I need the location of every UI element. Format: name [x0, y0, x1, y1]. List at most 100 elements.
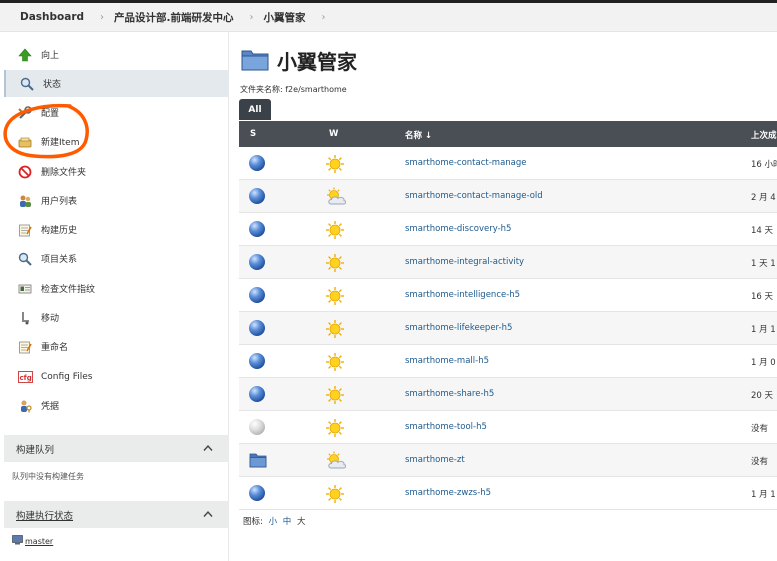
job-name-link[interactable]: smarthome-intelligence-h5 — [405, 290, 520, 300]
build-queue-header[interactable]: 构建队列 — [4, 435, 229, 462]
icon-size-large-link[interactable]: 大 — [297, 517, 306, 527]
weather-sunny-icon — [325, 220, 345, 243]
breadcrumb-separator[interactable]: › — [100, 12, 104, 23]
job-name-link[interactable]: smarthome-discovery-h5 — [405, 224, 511, 234]
breadcrumb-current[interactable]: 小翼管家 — [264, 10, 306, 25]
build-queue-title: 构建队列 — [16, 444, 55, 456]
sidebar-item-label: 删除文件夹 — [41, 168, 87, 178]
table-row[interactable]: smarthome-intelligence-h5 16 天 — [239, 279, 777, 312]
icon-size-medium-link[interactable]: 中 — [283, 517, 292, 527]
table-row[interactable]: smarthome-tool-h5 没有 — [239, 411, 777, 444]
sidebar-item-label: 重命名 — [41, 343, 69, 353]
column-header-weather[interactable]: W — [329, 129, 338, 139]
job-name-link[interactable]: smarthome-contact-manage — [405, 158, 527, 168]
job-name-link[interactable]: smarthome-share-h5 — [405, 389, 494, 399]
up-arrow-icon — [17, 47, 33, 63]
executor-node-master[interactable]: master — [25, 537, 53, 546]
job-name-link[interactable]: smarthome-integral-activity — [405, 257, 524, 267]
cfg-icon: cfg — [17, 369, 33, 385]
weather-sunny-icon — [325, 319, 345, 342]
table-row[interactable]: smarthome-discovery-h5 14 天 — [239, 213, 777, 246]
notepad-icon — [17, 339, 33, 355]
sidebar-item-label: 移动 — [41, 314, 60, 324]
sidebar-item-label: 凭据 — [41, 402, 60, 412]
weather-partly-cloudy-icon — [325, 187, 347, 210]
sidebar-item-label: 向上 — [41, 51, 60, 61]
table-row[interactable]: smarthome-zwzs-h5 1 月 1 — [239, 477, 777, 510]
column-header-name[interactable]: 名称 ↓ — [405, 129, 432, 141]
status-grey-ball-icon — [249, 419, 265, 435]
table-row[interactable]: smarthome-lifekeeper-h5 1 月 1 — [239, 312, 777, 345]
weather-sunny-icon — [325, 154, 345, 177]
job-name-link[interactable]: smarthome-contact-manage-old — [405, 191, 543, 201]
sidebar-item-label: 新建Item — [41, 138, 80, 148]
sidebar-item-label: Config Files — [41, 371, 93, 382]
sidebar-item-delete-folder[interactable]: 删除文件夹 — [4, 158, 229, 185]
notepad-icon — [17, 222, 33, 238]
chevron-up-icon[interactable] — [203, 508, 213, 521]
status-blue-ball-icon — [249, 485, 265, 501]
last-success-text: 16 天 — [751, 292, 774, 302]
sidebar-item-up[interactable]: 向上 — [4, 41, 229, 68]
last-success-text: 20 天 — [751, 391, 774, 401]
build-queue-empty-text: 队列中没有构建任务 — [12, 472, 84, 481]
weather-sunny-icon — [325, 253, 345, 276]
no-entry-icon — [17, 164, 33, 180]
new-item-icon — [17, 134, 33, 150]
last-success-text: 没有 — [751, 457, 769, 467]
table-row[interactable]: smarthome-mall-h5 1 月 0 — [239, 345, 777, 378]
status-blue-ball-icon — [249, 320, 265, 336]
table-row[interactable]: smarthome-share-h5 20 天 — [239, 378, 777, 411]
icon-size-small-link[interactable]: 小 — [269, 517, 278, 527]
breadcrumb-separator[interactable]: › — [250, 12, 254, 23]
computer-icon — [12, 535, 23, 547]
executor-status-header[interactable]: 构建执行状态 — [4, 501, 229, 528]
sidebar-item-configure[interactable]: 配置 — [4, 99, 229, 126]
sidebar-item-people[interactable]: 用户列表 — [4, 187, 229, 214]
sidebar-item-new-item[interactable]: 新建Item — [4, 128, 229, 155]
sidebar-item-build-history[interactable]: 构建历史 — [4, 216, 229, 243]
executor-node: master — [12, 535, 53, 547]
sidebar-item-label: 构建历史 — [41, 226, 78, 236]
job-name-link[interactable]: smarthome-tool-h5 — [405, 422, 487, 432]
job-name-link[interactable]: smarthome-mall-h5 — [405, 356, 489, 366]
table-header: S W 名称 ↓ 上次成 — [239, 121, 777, 147]
sidebar-item-rename[interactable]: 重命名 — [4, 333, 229, 360]
breadcrumb-separator[interactable]: › — [322, 12, 326, 23]
weather-sunny-icon — [325, 385, 345, 408]
breadcrumb: Dashboard › 产品设计部.前端研发中心 › 小翼管家 › — [0, 3, 777, 32]
chevron-up-icon[interactable] — [203, 442, 213, 455]
executor-status-title[interactable]: 构建执行状态 — [16, 508, 73, 522]
page-header: 小翼管家 — [241, 46, 357, 75]
sidebar-item-credentials[interactable]: 凭据 — [4, 392, 229, 419]
sidebar-item-label: 状态 — [43, 80, 62, 90]
sidebar-item-status[interactable]: 状态 — [4, 70, 229, 97]
last-success-text: 1 月 1 — [751, 490, 776, 500]
status-blue-ball-icon — [249, 155, 265, 171]
job-name-link[interactable]: smarthome-lifekeeper-h5 — [405, 323, 512, 333]
job-name-link[interactable]: smarthome-zwzs-h5 — [405, 488, 491, 498]
sidebar-item-config-files[interactable]: cfg Config Files — [4, 363, 229, 390]
status-blue-ball-icon — [249, 287, 265, 303]
breadcrumb-dashboard[interactable]: Dashboard — [20, 11, 84, 23]
sidebar-item-move[interactable]: 移动 — [4, 304, 229, 331]
column-header-last-success[interactable]: 上次成 — [751, 129, 777, 141]
search-icon — [17, 251, 33, 267]
last-success-text: 没有 — [751, 424, 769, 434]
breadcrumb-folder[interactable]: 产品设计部.前端研发中心 — [114, 10, 234, 25]
table-row[interactable]: smarthome-contact-manage-old 2 月 4 — [239, 180, 777, 213]
last-success-text: 1 月 0 — [751, 358, 776, 368]
sidebar-item-project-relationship[interactable]: 项目关系 — [4, 245, 229, 272]
tab-all[interactable]: All — [239, 99, 271, 120]
legend-label: 图标: — [243, 517, 263, 527]
search-icon — [19, 76, 35, 92]
job-name-link[interactable]: smarthome-zt — [405, 455, 465, 465]
wrench-icon — [17, 105, 33, 121]
sidebar-item-check-fingerprint[interactable]: 检查文件指纹 — [4, 275, 229, 302]
column-header-status[interactable]: S — [250, 129, 256, 139]
table-row[interactable]: smarthome-contact-manage 16 小时 — [239, 147, 777, 180]
table-row[interactable]: smarthome-integral-activity 1 天 1 — [239, 246, 777, 279]
last-success-text: 14 天 — [751, 226, 774, 236]
weather-sunny-icon — [325, 352, 345, 375]
table-row[interactable]: smarthome-zt 没有 — [239, 444, 777, 477]
